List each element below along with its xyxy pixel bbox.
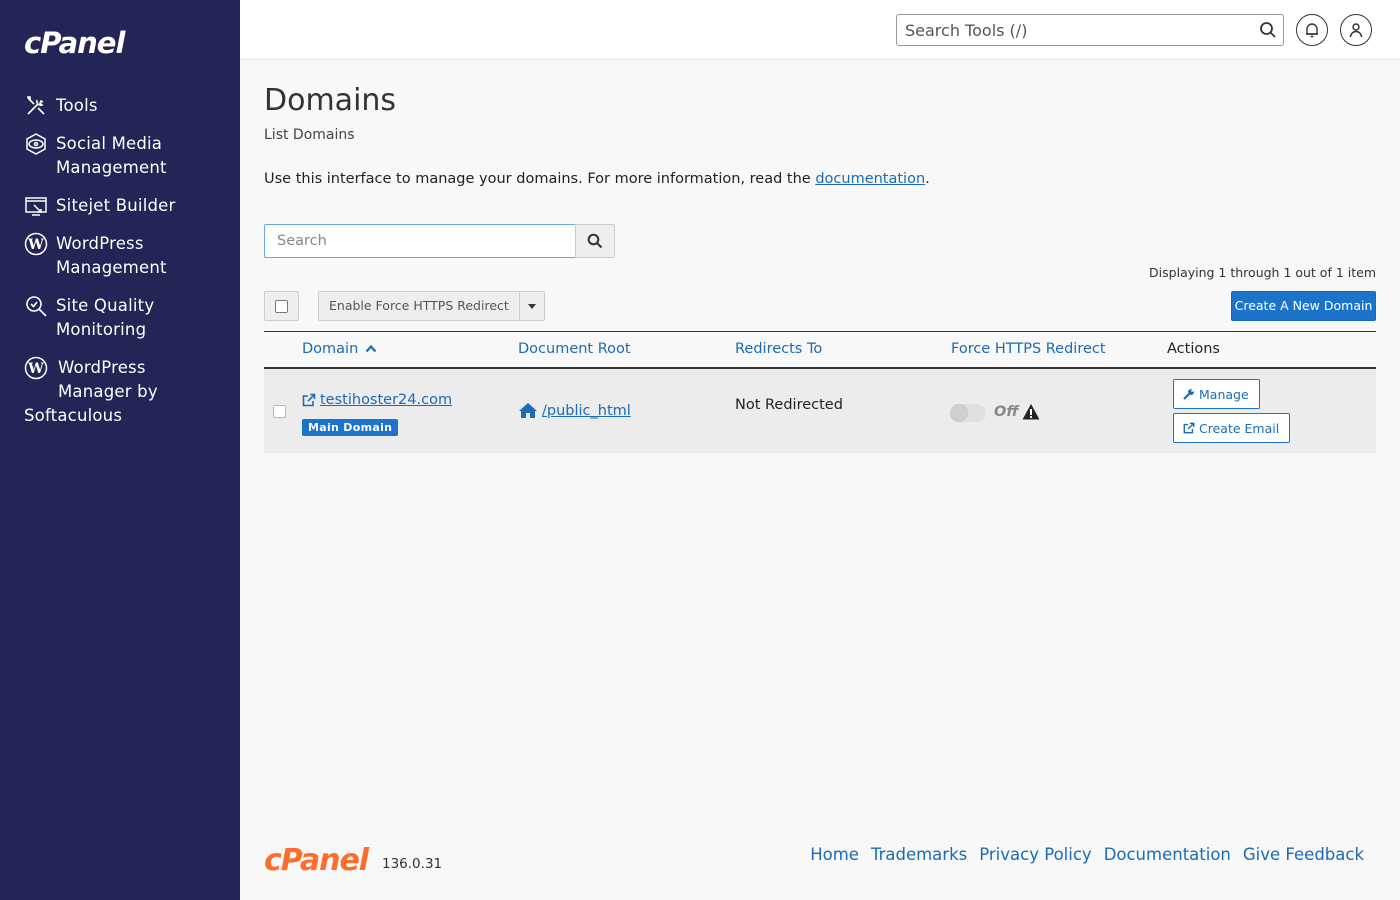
domain-search — [264, 224, 576, 258]
document-root-link[interactable]: /public_html — [518, 402, 631, 419]
force-https-toggle[interactable] — [950, 404, 986, 422]
header-actions: Actions — [1167, 341, 1220, 357]
external-link-icon — [302, 393, 316, 407]
home-icon — [519, 403, 537, 418]
footer-link-home[interactable]: Home — [810, 845, 859, 864]
version-number: 136.0.31 — [382, 856, 443, 872]
top-bar — [240, 0, 1400, 60]
search-input[interactable] — [265, 225, 565, 257]
sidebar-item-site-quality[interactable]: Site Quality Monitoring — [0, 294, 240, 342]
sitejet-icon — [25, 197, 47, 216]
main-domain-badge: Main Domain — [302, 419, 399, 436]
toggle-state-label: Off — [994, 404, 1019, 420]
header-force-https[interactable]: Force HTTPS Redirect — [951, 341, 1106, 357]
warning-icon[interactable] — [1022, 403, 1040, 421]
create-domain-button[interactable]: Create A New Domain — [1231, 291, 1376, 321]
select-all-checkbox[interactable] — [264, 291, 299, 321]
tools-icon — [27, 96, 45, 115]
footer-link-documentation[interactable]: Documentation — [1104, 845, 1231, 864]
search-icon[interactable] — [1259, 21, 1277, 39]
domains-table: Domain Document Root Redirects To Force … — [264, 331, 1376, 453]
domain-link[interactable]: testihoster24.com — [302, 392, 452, 408]
sidebar-item-tools[interactable]: Tools — [0, 94, 240, 118]
caret-down-icon[interactable] — [520, 292, 544, 320]
bulk-action-dropdown: Enable Force HTTPS Redirect — [318, 291, 545, 321]
table-row: testihoster24.com Main Domain /public_ht… — [264, 369, 1376, 453]
user-menu-button[interactable] — [1340, 14, 1372, 46]
sidebar-item-label: WordPress — [56, 234, 144, 253]
pagination-info: Displaying 1 through 1 out of 1 item — [1149, 265, 1376, 280]
header-document-root[interactable]: Document Root — [518, 341, 631, 357]
svg-text:W: W — [27, 237, 44, 253]
search-tools — [896, 14, 1284, 46]
svg-text:W: W — [27, 361, 44, 377]
page-title: Domains — [264, 83, 397, 118]
external-link-icon — [1183, 422, 1195, 434]
table-header: Domain Document Root Redirects To Force … — [264, 331, 1376, 369]
header-redirects-to[interactable]: Redirects To — [735, 341, 822, 357]
sidebar-item-label: WordPress — [58, 358, 146, 377]
sidebar-item-social-media[interactable]: Social Media Management — [0, 132, 240, 180]
footer-link-give-feedback[interactable]: Give Feedback — [1243, 845, 1364, 864]
sidebar-item-label: Site Quality — [56, 296, 155, 315]
sidebar-item-label: Manager by — [58, 382, 158, 401]
search-button[interactable] — [575, 224, 615, 258]
footer-cpanel-logo[interactable]: cPanel — [264, 843, 369, 878]
wordpress-icon: W — [24, 232, 48, 256]
sidebar-nav: Tools Social Media Management Sitejet Bu… — [0, 94, 240, 442]
footer-link-trademarks[interactable]: Trademarks — [871, 845, 967, 864]
notifications-button[interactable] — [1296, 14, 1328, 46]
sidebar-item-label: Tools — [56, 96, 98, 115]
site-quality-icon — [26, 296, 47, 317]
wrench-icon — [1183, 389, 1194, 400]
search-tools-input[interactable] — [897, 15, 1247, 45]
documentation-link[interactable]: documentation — [815, 171, 925, 187]
redirects-to-value: Not Redirected — [735, 397, 843, 413]
sidebar-item-label: Management — [56, 158, 167, 177]
manage-button[interactable]: Manage — [1173, 379, 1260, 409]
header-domain[interactable]: Domain — [302, 341, 377, 357]
sidebar-item-softaculous[interactable]: W WordPress Manager by Softaculous — [0, 356, 240, 428]
create-email-button[interactable]: Create Email — [1173, 413, 1291, 443]
sidebar-item-label: Social Media — [56, 134, 163, 153]
enable-https-button[interactable]: Enable Force HTTPS Redirect — [319, 292, 520, 320]
intro-text: Use this interface to manage your domain… — [264, 171, 930, 187]
footer-link-privacy-policy[interactable]: Privacy Policy — [979, 845, 1091, 864]
cpanel-logo[interactable]: cPanel — [24, 26, 125, 60]
sidebar-item-sitejet[interactable]: Sitejet Builder — [0, 194, 240, 218]
social-media-icon — [26, 133, 46, 155]
sidebar: cPanel Tools Social Media Management Sit… — [0, 0, 240, 900]
bell-icon — [1306, 23, 1318, 38]
sidebar-item-label: Sitejet Builder — [56, 196, 176, 215]
sidebar-item-label: Monitoring — [56, 320, 147, 339]
sidebar-item-label: Management — [56, 258, 167, 277]
footer-links: Home Trademarks Privacy Policy Documenta… — [810, 845, 1364, 864]
page-subtitle: List Domains — [264, 127, 355, 143]
sidebar-item-wordpress[interactable]: W WordPress Management — [0, 232, 240, 280]
wordpress-icon: W — [24, 356, 48, 380]
sidebar-item-label: Softaculous — [24, 406, 123, 425]
row-checkbox[interactable] — [273, 405, 286, 418]
search-icon — [587, 233, 603, 249]
user-icon — [1349, 23, 1363, 38]
sort-asc-icon — [365, 344, 377, 353]
